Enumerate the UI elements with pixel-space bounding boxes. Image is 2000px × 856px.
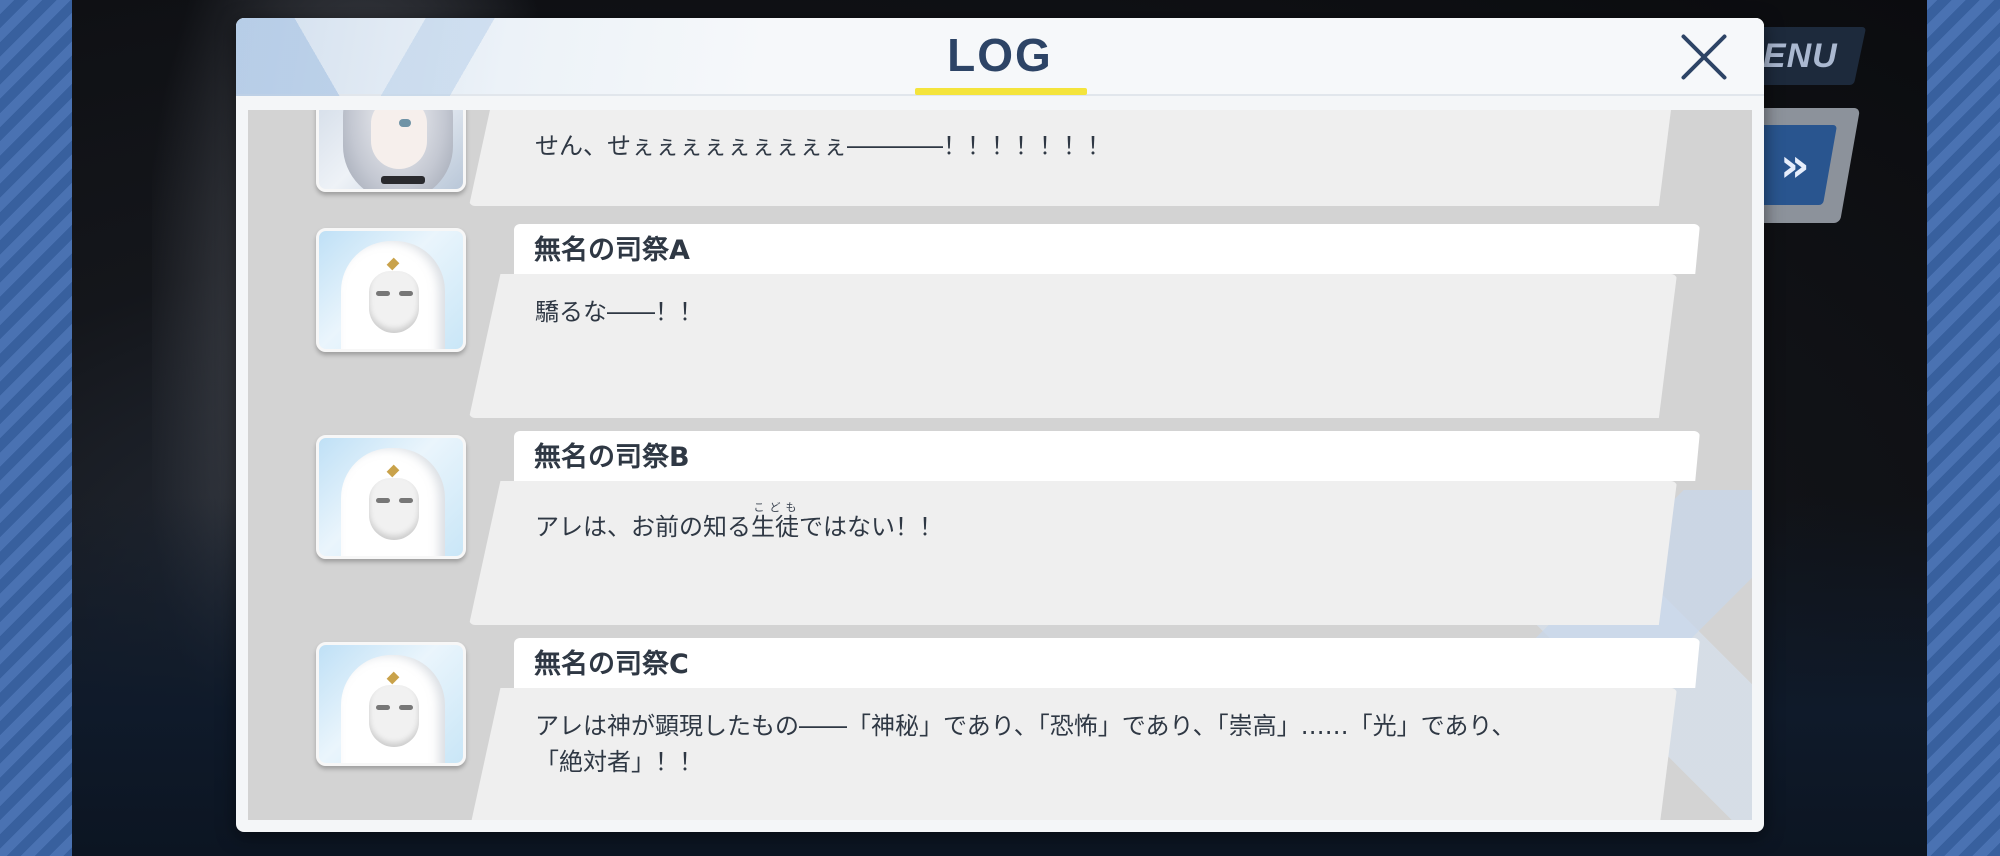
log-header: LOG xyxy=(236,18,1764,96)
avatar-eye xyxy=(399,119,411,127)
dialogue-text: アレは、お前の知る生徒こどもではない！！ xyxy=(535,501,1635,545)
avatar-choker xyxy=(381,176,425,184)
speaker-name: 無名の司祭C xyxy=(534,649,689,680)
title-underline xyxy=(915,88,1087,95)
speaker-name: 無名の司祭B xyxy=(534,442,690,473)
speaker-name: 無名の司祭A xyxy=(534,235,690,266)
avatar-mask xyxy=(369,271,419,333)
avatar-mask xyxy=(369,478,419,540)
avatar-masked-priest xyxy=(316,228,466,352)
avatar-eye xyxy=(376,498,390,503)
dialogue-text-before: アレは、お前の知る xyxy=(535,513,751,541)
log-entry: せん、せぇぇぇぇぇぇぇぇぇ――――！！！！！！！ xyxy=(248,110,1752,206)
avatar-silver-haired-girl xyxy=(316,110,466,192)
log-entry: 無名の司祭B アレは、お前の知る生徒こどもではない！！ xyxy=(248,431,1752,625)
avatar-eye xyxy=(399,498,413,503)
avatar-face xyxy=(371,110,427,169)
log-modal: LOG せん、せぇぇぇぇぇぇぇぇぇ――――！！！！！！！ 無名の司祭A 驕るな―… xyxy=(236,18,1764,832)
speaker-name-plate: 無名の司祭C xyxy=(514,638,1700,688)
dialogue-text: アレは神が顕現したもの――「神秘」であり、「恐怖」であり、「崇高」……「光」であ… xyxy=(535,712,1516,776)
dialogue-text: 驕るな――！！ xyxy=(535,298,703,326)
log-entry: 無名の司祭A 驕るな――！！ xyxy=(248,224,1752,418)
menu-button-label: ENU xyxy=(1763,36,1838,75)
avatar-eye xyxy=(376,291,390,296)
ruby-reading: こども xyxy=(751,501,799,514)
log-entry: 無名の司祭C アレは神が顕現したもの――「神秘」であり、「恐怖」であり、「崇高」… xyxy=(248,638,1752,820)
log-scroll-area[interactable]: せん、せぇぇぇぇぇぇぇぇぇ――――！！！！！！！ 無名の司祭A 驕るな――！！ xyxy=(248,110,1752,820)
avatar-eye xyxy=(399,705,413,710)
ruby-annotation: 生徒こども xyxy=(751,501,799,541)
bubble-pointer xyxy=(508,505,520,527)
avatar-masked-priest xyxy=(316,435,466,559)
ruby-base: 生徒 xyxy=(751,513,799,541)
dialogue-text-after: ではない！！ xyxy=(799,513,943,541)
fast-forward-icon: » xyxy=(1780,138,1800,192)
log-title: LOG xyxy=(947,29,1053,81)
avatar-masked-priest xyxy=(316,642,466,766)
avatar-eye xyxy=(399,291,413,296)
bubble-pointer xyxy=(508,712,520,734)
close-icon[interactable] xyxy=(1679,32,1729,82)
avatar-mask xyxy=(369,685,419,747)
speaker-name-plate: 無名の司祭B xyxy=(514,431,1700,481)
dialogue-text: せん、せぇぇぇぇぇぇぇぇぇ――――！！！！！！！ xyxy=(535,132,1111,160)
bubble-pointer xyxy=(508,298,520,320)
speaker-name-plate: 無名の司祭A xyxy=(514,224,1700,274)
avatar-eye xyxy=(376,705,390,710)
